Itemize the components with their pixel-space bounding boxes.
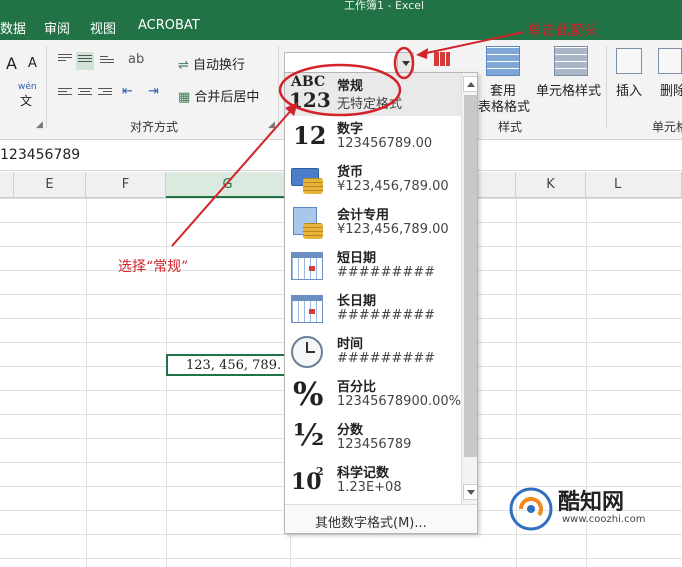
- watermark-url: www.coozhi.com: [562, 514, 646, 525]
- annotation-circle-arrow: [393, 46, 415, 80]
- annotation-arrowhead-top: [416, 48, 428, 59]
- annotation-circle-general: [278, 63, 402, 117]
- coozhi-logo-icon: [509, 487, 553, 531]
- coozhi-watermark: 酷知网 www.coozhi.com: [506, 482, 670, 534]
- annotation-arrow-general: [171, 106, 295, 247]
- annotation-arrow-top: [421, 31, 525, 55]
- watermark-name: 酷知网: [558, 490, 625, 515]
- annotation-choose-general: 选择“常规”: [118, 259, 189, 275]
- annotation-click-arrow: 单击此箭头: [528, 23, 598, 39]
